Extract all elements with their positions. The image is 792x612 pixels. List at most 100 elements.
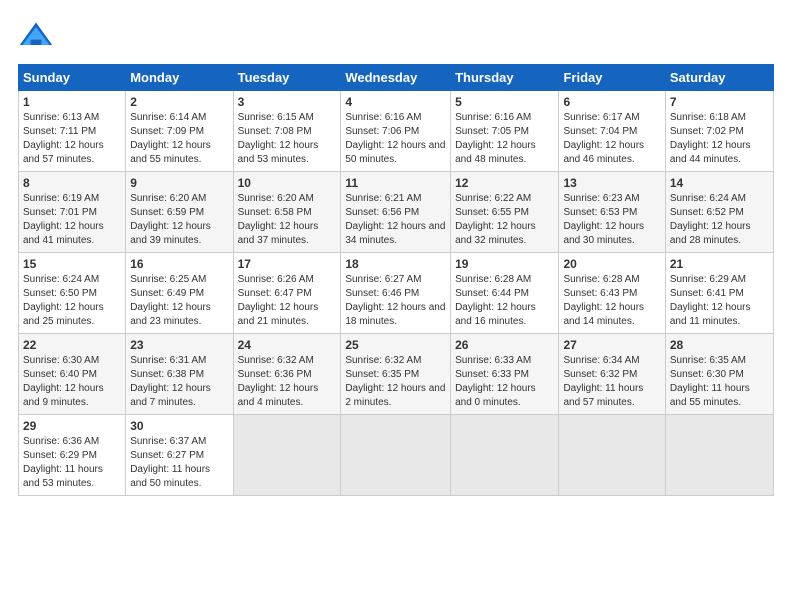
day-header-wednesday: Wednesday <box>341 65 451 91</box>
day-number: 12 <box>455 176 554 190</box>
daylight-label: Daylight: 12 hours and 16 minutes. <box>455 302 536 327</box>
day-number: 13 <box>563 176 660 190</box>
daylight-label: Daylight: 12 hours and 14 minutes. <box>563 302 644 327</box>
sunrise-label: Sunrise: 6:33 AM <box>455 355 531 366</box>
day-number: 7 <box>670 95 769 109</box>
day-info: Sunrise: 6:35 AM Sunset: 6:30 PM Dayligh… <box>670 354 769 410</box>
calendar-day-cell: 13 Sunrise: 6:23 AM Sunset: 6:53 PM Dayl… <box>559 172 665 253</box>
day-info: Sunrise: 6:34 AM Sunset: 6:32 PM Dayligh… <box>563 354 660 410</box>
calendar-day-cell: 11 Sunrise: 6:21 AM Sunset: 6:56 PM Dayl… <box>341 172 451 253</box>
sunset-label: Sunset: 7:09 PM <box>130 126 204 137</box>
calendar-day-cell: 20 Sunrise: 6:28 AM Sunset: 6:43 PM Dayl… <box>559 253 665 334</box>
calendar-day-cell: 15 Sunrise: 6:24 AM Sunset: 6:50 PM Dayl… <box>19 253 126 334</box>
day-number: 2 <box>130 95 228 109</box>
calendar-day-cell <box>665 415 773 496</box>
day-number: 6 <box>563 95 660 109</box>
day-info: Sunrise: 6:33 AM Sunset: 6:33 PM Dayligh… <box>455 354 554 410</box>
day-info: Sunrise: 6:28 AM Sunset: 6:44 PM Dayligh… <box>455 273 554 329</box>
sunrise-label: Sunrise: 6:26 AM <box>238 274 314 285</box>
daylight-label: Daylight: 12 hours and 53 minutes. <box>238 140 319 165</box>
day-number: 8 <box>23 176 121 190</box>
daylight-label: Daylight: 12 hours and 44 minutes. <box>670 140 751 165</box>
sunrise-label: Sunrise: 6:25 AM <box>130 274 206 285</box>
day-info: Sunrise: 6:19 AM Sunset: 7:01 PM Dayligh… <box>23 192 121 248</box>
daylight-label: Daylight: 11 hours and 55 minutes. <box>670 383 750 408</box>
page-header <box>18 18 774 54</box>
day-number: 18 <box>345 257 446 271</box>
daylight-label: Daylight: 12 hours and 57 minutes. <box>23 140 104 165</box>
sunrise-label: Sunrise: 6:31 AM <box>130 355 206 366</box>
calendar-day-cell: 18 Sunrise: 6:27 AM Sunset: 6:46 PM Dayl… <box>341 253 451 334</box>
daylight-label: Daylight: 12 hours and 23 minutes. <box>130 302 211 327</box>
sunset-label: Sunset: 6:33 PM <box>455 369 529 380</box>
calendar-week-row: 8 Sunrise: 6:19 AM Sunset: 7:01 PM Dayli… <box>19 172 774 253</box>
calendar-day-cell <box>451 415 559 496</box>
daylight-label: Daylight: 12 hours and 39 minutes. <box>130 221 211 246</box>
sunrise-label: Sunrise: 6:27 AM <box>345 274 421 285</box>
day-info: Sunrise: 6:13 AM Sunset: 7:11 PM Dayligh… <box>23 111 121 167</box>
calendar-day-cell <box>233 415 341 496</box>
daylight-label: Daylight: 12 hours and 7 minutes. <box>130 383 211 408</box>
calendar-day-cell: 25 Sunrise: 6:32 AM Sunset: 6:35 PM Dayl… <box>341 334 451 415</box>
sunset-label: Sunset: 6:29 PM <box>23 450 97 461</box>
day-info: Sunrise: 6:18 AM Sunset: 7:02 PM Dayligh… <box>670 111 769 167</box>
day-number: 22 <box>23 338 121 352</box>
calendar-day-cell: 17 Sunrise: 6:26 AM Sunset: 6:47 PM Dayl… <box>233 253 341 334</box>
day-number: 28 <box>670 338 769 352</box>
sunrise-label: Sunrise: 6:20 AM <box>130 193 206 204</box>
day-info: Sunrise: 6:36 AM Sunset: 6:29 PM Dayligh… <box>23 435 121 491</box>
sunset-label: Sunset: 6:27 PM <box>130 450 204 461</box>
day-info: Sunrise: 6:37 AM Sunset: 6:27 PM Dayligh… <box>130 435 228 491</box>
daylight-label: Daylight: 12 hours and 34 minutes. <box>345 221 445 246</box>
sunset-label: Sunset: 6:44 PM <box>455 288 529 299</box>
calendar-week-row: 22 Sunrise: 6:30 AM Sunset: 6:40 PM Dayl… <box>19 334 774 415</box>
day-number: 4 <box>345 95 446 109</box>
calendar-day-cell: 21 Sunrise: 6:29 AM Sunset: 6:41 PM Dayl… <box>665 253 773 334</box>
daylight-label: Daylight: 12 hours and 4 minutes. <box>238 383 319 408</box>
sunrise-label: Sunrise: 6:24 AM <box>23 274 99 285</box>
daylight-label: Daylight: 12 hours and 2 minutes. <box>345 383 445 408</box>
calendar-day-cell: 4 Sunrise: 6:16 AM Sunset: 7:06 PM Dayli… <box>341 91 451 172</box>
daylight-label: Daylight: 12 hours and 37 minutes. <box>238 221 319 246</box>
sunrise-label: Sunrise: 6:23 AM <box>563 193 639 204</box>
sunrise-label: Sunrise: 6:28 AM <box>455 274 531 285</box>
daylight-label: Daylight: 12 hours and 11 minutes. <box>670 302 751 327</box>
calendar-header-row: SundayMondayTuesdayWednesdayThursdayFrid… <box>19 65 774 91</box>
sunrise-label: Sunrise: 6:19 AM <box>23 193 99 204</box>
sunset-label: Sunset: 6:59 PM <box>130 207 204 218</box>
calendar-page: SundayMondayTuesdayWednesdayThursdayFrid… <box>0 0 792 612</box>
day-info: Sunrise: 6:27 AM Sunset: 6:46 PM Dayligh… <box>345 273 446 329</box>
sunrise-label: Sunrise: 6:20 AM <box>238 193 314 204</box>
sunrise-label: Sunrise: 6:18 AM <box>670 112 746 123</box>
day-info: Sunrise: 6:16 AM Sunset: 7:06 PM Dayligh… <box>345 111 446 167</box>
sunset-label: Sunset: 7:11 PM <box>23 126 96 137</box>
day-info: Sunrise: 6:29 AM Sunset: 6:41 PM Dayligh… <box>670 273 769 329</box>
calendar-day-cell: 1 Sunrise: 6:13 AM Sunset: 7:11 PM Dayli… <box>19 91 126 172</box>
calendar-day-cell: 23 Sunrise: 6:31 AM Sunset: 6:38 PM Dayl… <box>126 334 233 415</box>
daylight-label: Daylight: 12 hours and 0 minutes. <box>455 383 536 408</box>
sunset-label: Sunset: 6:49 PM <box>130 288 204 299</box>
calendar-day-cell: 2 Sunrise: 6:14 AM Sunset: 7:09 PM Dayli… <box>126 91 233 172</box>
day-info: Sunrise: 6:14 AM Sunset: 7:09 PM Dayligh… <box>130 111 228 167</box>
sunrise-label: Sunrise: 6:29 AM <box>670 274 746 285</box>
daylight-label: Daylight: 12 hours and 25 minutes. <box>23 302 104 327</box>
day-number: 5 <box>455 95 554 109</box>
day-number: 21 <box>670 257 769 271</box>
day-number: 26 <box>455 338 554 352</box>
day-number: 27 <box>563 338 660 352</box>
sunset-label: Sunset: 6:46 PM <box>345 288 419 299</box>
day-header-monday: Monday <box>126 65 233 91</box>
sunrise-label: Sunrise: 6:34 AM <box>563 355 639 366</box>
day-info: Sunrise: 6:28 AM Sunset: 6:43 PM Dayligh… <box>563 273 660 329</box>
sunrise-label: Sunrise: 6:21 AM <box>345 193 421 204</box>
day-header-saturday: Saturday <box>665 65 773 91</box>
sunset-label: Sunset: 6:32 PM <box>563 369 637 380</box>
day-number: 17 <box>238 257 337 271</box>
calendar-day-cell: 19 Sunrise: 6:28 AM Sunset: 6:44 PM Dayl… <box>451 253 559 334</box>
calendar-day-cell: 14 Sunrise: 6:24 AM Sunset: 6:52 PM Dayl… <box>665 172 773 253</box>
calendar-day-cell <box>341 415 451 496</box>
calendar-day-cell: 22 Sunrise: 6:30 AM Sunset: 6:40 PM Dayl… <box>19 334 126 415</box>
day-info: Sunrise: 6:17 AM Sunset: 7:04 PM Dayligh… <box>563 111 660 167</box>
sunset-label: Sunset: 6:41 PM <box>670 288 744 299</box>
sunset-label: Sunset: 6:55 PM <box>455 207 529 218</box>
